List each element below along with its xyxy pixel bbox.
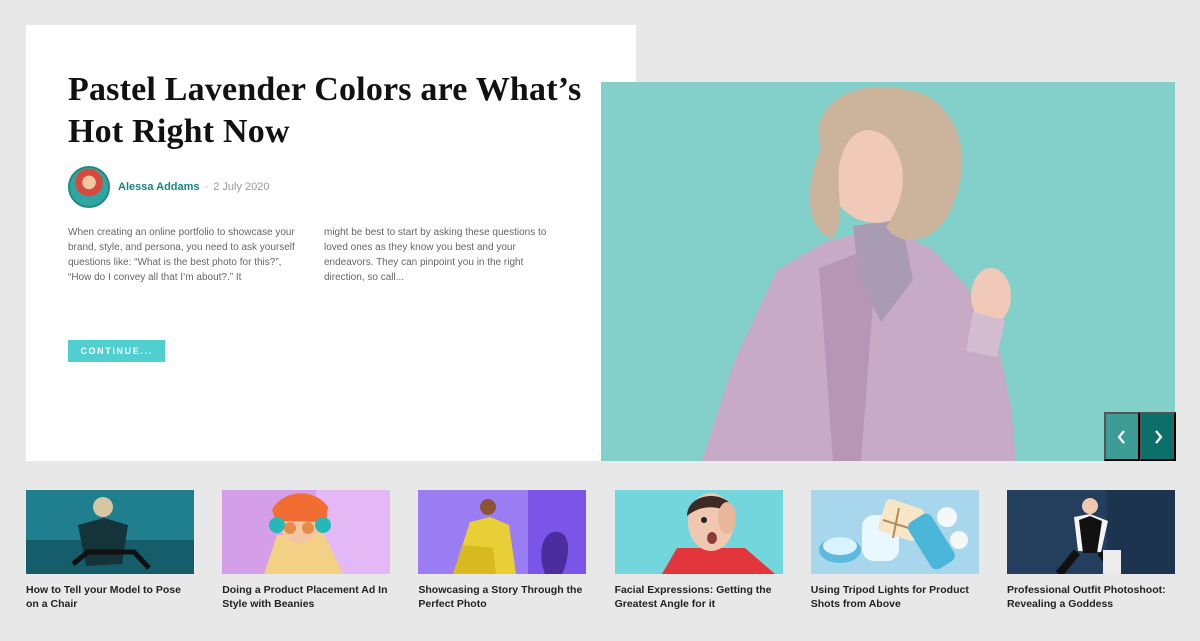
professional-outfit-image (1006, 490, 1175, 574)
post-thumbnail[interactable] (810, 490, 979, 574)
post-thumbnail[interactable] (1006, 490, 1175, 574)
related-post-card[interactable]: Showcasing a Story Through the Perfect P… (418, 490, 587, 611)
product-flatlay-image (810, 490, 979, 574)
chevron-right-icon (1155, 429, 1163, 444)
chevron-left-icon (1117, 429, 1125, 444)
post-thumbnail[interactable] (418, 490, 587, 574)
continue-button[interactable]: CONTINUE... (68, 340, 165, 362)
author-avatar[interactable] (68, 166, 110, 208)
post-thumbnail[interactable] (614, 490, 783, 574)
meta-separator: - (204, 181, 209, 193)
fashion-model-image (601, 82, 1175, 461)
slider-prev-button[interactable] (1104, 412, 1140, 461)
related-post-card[interactable]: Doing a Product Placement Ad In Style wi… (222, 490, 391, 611)
post-meta: Alessa Addams - 2 July 2020 (68, 166, 269, 208)
post-thumbnail[interactable] (222, 490, 391, 574)
related-post-title[interactable]: Using Tripod Lights for Product Shots fr… (811, 583, 979, 611)
related-post-title[interactable]: Doing a Product Placement Ad In Style wi… (222, 583, 390, 611)
slider-next-button[interactable] (1140, 412, 1176, 461)
excerpt-left-column: When creating an online portfolio to sho… (68, 227, 295, 283)
facial-expression-image (614, 490, 783, 574)
related-post-title[interactable]: How to Tell your Model to Pose on a Chai… (26, 583, 194, 611)
excerpt-right-column: might be best to start by asking these q… (324, 227, 547, 283)
related-post-title[interactable]: Facial Expressions: Getting the Greatest… (615, 583, 783, 611)
related-post-card[interactable]: Using Tripod Lights for Product Shots fr… (810, 490, 979, 611)
related-posts: How to Tell your Model to Pose on a Chai… (26, 490, 1175, 611)
related-post-card[interactable]: Facial Expressions: Getting the Greatest… (614, 490, 783, 611)
post-excerpt: When creating an online portfolio to sho… (68, 225, 560, 285)
related-post-card[interactable]: How to Tell your Model to Pose on a Chai… (26, 490, 194, 611)
yellow-outfit-story-image (418, 490, 587, 574)
model-on-chair-image (26, 490, 194, 574)
related-post-card[interactable]: Professional Outfit Photoshoot: Revealin… (1006, 490, 1175, 611)
related-post-title[interactable]: Professional Outfit Photoshoot: Revealin… (1007, 583, 1175, 611)
featured-image[interactable] (601, 82, 1175, 461)
related-post-title[interactable]: Showcasing a Story Through the Perfect P… (418, 583, 586, 611)
featured-post-card: Pastel Lavender Colors are What’s Hot Ri… (26, 25, 636, 461)
post-title[interactable]: Pastel Lavender Colors are What’s Hot Ri… (68, 69, 588, 153)
beanie-headphones-image (222, 490, 391, 574)
post-date: 2 July 2020 (213, 181, 270, 193)
author-name[interactable]: Alessa Addams (118, 181, 200, 193)
post-thumbnail[interactable] (26, 490, 194, 574)
